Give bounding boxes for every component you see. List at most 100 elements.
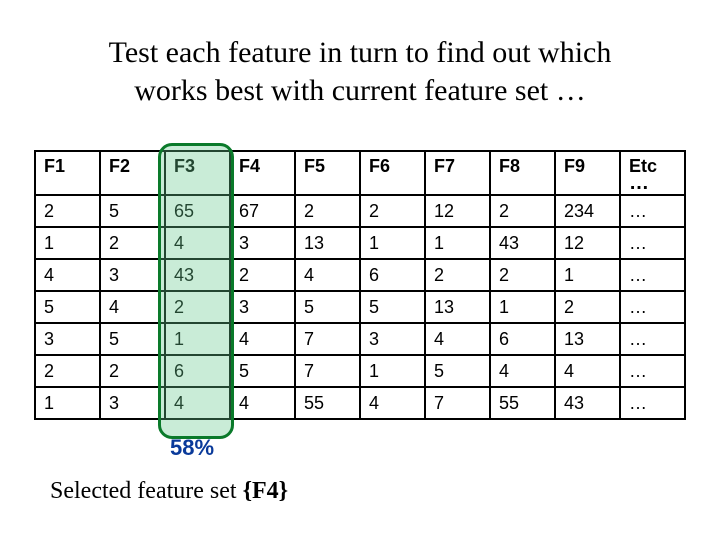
cell: 13 xyxy=(555,323,620,355)
cell: 6 xyxy=(490,323,555,355)
col-header: F4 xyxy=(230,151,295,195)
cell: 55 xyxy=(295,387,360,419)
cell: 12 xyxy=(425,195,490,227)
cell: 43 xyxy=(490,227,555,259)
table-row: 4 3 43 2 4 6 2 2 1 … xyxy=(35,259,685,291)
cell: 5 xyxy=(35,291,100,323)
percent-label: 58% xyxy=(170,435,214,461)
etc-dots: … xyxy=(629,177,678,189)
cell: 5 xyxy=(360,291,425,323)
col-header: F6 xyxy=(360,151,425,195)
cell: 2 xyxy=(295,195,360,227)
cell: 2 xyxy=(100,227,165,259)
cell: 4 xyxy=(490,355,555,387)
caption-set: {F4} xyxy=(243,478,289,504)
cell: 3 xyxy=(35,323,100,355)
cell: 4 xyxy=(555,355,620,387)
cell: 1 xyxy=(35,387,100,419)
cell: 5 xyxy=(100,195,165,227)
title-line-1: Test each feature in turn to find out wh… xyxy=(109,36,612,69)
cell: 5 xyxy=(100,323,165,355)
cell: … xyxy=(620,291,685,323)
cell: 55 xyxy=(490,387,555,419)
feature-table: F1 F2 F3 F4 F5 F6 F7 F8 F9 Etc … xyxy=(34,150,686,420)
col-header: F8 xyxy=(490,151,555,195)
title-line-2: works best with current feature set … xyxy=(134,74,586,107)
cell: 2 xyxy=(35,195,100,227)
cell: 7 xyxy=(425,387,490,419)
cell: 2 xyxy=(425,259,490,291)
cell: 1 xyxy=(165,323,230,355)
cell: 5 xyxy=(230,355,295,387)
col-header: F2 xyxy=(100,151,165,195)
cell: 5 xyxy=(295,291,360,323)
cell: 6 xyxy=(165,355,230,387)
cell: 2 xyxy=(490,259,555,291)
col-header-etc: Etc … xyxy=(620,151,685,195)
cell: 1 xyxy=(490,291,555,323)
cell: 2 xyxy=(360,195,425,227)
cell: 1 xyxy=(555,259,620,291)
cell: 65 xyxy=(165,195,230,227)
cell: 1 xyxy=(360,355,425,387)
cell: 12 xyxy=(555,227,620,259)
table-row: 1 3 4 4 55 4 7 55 43 … xyxy=(35,387,685,419)
cell: 4 xyxy=(35,259,100,291)
cell: 3 xyxy=(360,323,425,355)
cell: 7 xyxy=(295,323,360,355)
cell: … xyxy=(620,227,685,259)
cell: 4 xyxy=(425,323,490,355)
col-header: F3 xyxy=(165,151,230,195)
cell: … xyxy=(620,195,685,227)
cell: 13 xyxy=(425,291,490,323)
cell: 4 xyxy=(360,387,425,419)
cell: 43 xyxy=(165,259,230,291)
cell: 2 xyxy=(100,355,165,387)
col-header: F1 xyxy=(35,151,100,195)
col-header: F7 xyxy=(425,151,490,195)
cell: 4 xyxy=(100,291,165,323)
table-header-row: F1 F2 F3 F4 F5 F6 F7 F8 F9 Etc … xyxy=(35,151,685,195)
selected-caption: Selected feature set {F4} xyxy=(50,478,288,505)
cell: 2 xyxy=(555,291,620,323)
slide: Test each feature in turn to find out wh… xyxy=(0,0,720,540)
table-row: 5 4 2 3 5 5 13 1 2 … xyxy=(35,291,685,323)
table-row: 1 2 4 3 13 1 1 43 12 … xyxy=(35,227,685,259)
cell: 2 xyxy=(165,291,230,323)
cell: 3 xyxy=(100,387,165,419)
col-header: F5 xyxy=(295,151,360,195)
cell: 4 xyxy=(230,323,295,355)
cell: 67 xyxy=(230,195,295,227)
cell: 4 xyxy=(295,259,360,291)
cell: 4 xyxy=(230,387,295,419)
table-row: 2 5 65 67 2 2 12 2 234 … xyxy=(35,195,685,227)
cell: 2 xyxy=(230,259,295,291)
table-row: 3 5 1 4 7 3 4 6 13 … xyxy=(35,323,685,355)
cell: 3 xyxy=(230,291,295,323)
cell: 13 xyxy=(295,227,360,259)
cell: … xyxy=(620,323,685,355)
cell: 3 xyxy=(100,259,165,291)
cell: 3 xyxy=(230,227,295,259)
cell: 7 xyxy=(295,355,360,387)
cell: … xyxy=(620,355,685,387)
cell: 2 xyxy=(35,355,100,387)
caption-prefix: Selected feature set xyxy=(50,478,243,504)
cell: 6 xyxy=(360,259,425,291)
cell: 1 xyxy=(35,227,100,259)
col-header: F9 xyxy=(555,151,620,195)
cell: 4 xyxy=(165,227,230,259)
table-body: 2 5 65 67 2 2 12 2 234 … 1 2 4 3 13 xyxy=(35,195,685,419)
table-row: 2 2 6 5 7 1 5 4 4 … xyxy=(35,355,685,387)
cell: 43 xyxy=(555,387,620,419)
feature-table-wrap: F1 F2 F3 F4 F5 F6 F7 F8 F9 Etc … xyxy=(34,150,686,420)
cell: 5 xyxy=(425,355,490,387)
cell: 2 xyxy=(490,195,555,227)
cell: 1 xyxy=(360,227,425,259)
cell: 1 xyxy=(425,227,490,259)
cell: … xyxy=(620,259,685,291)
cell: … xyxy=(620,387,685,419)
cell: 234 xyxy=(555,195,620,227)
cell: 4 xyxy=(165,387,230,419)
slide-title: Test each feature in turn to find out wh… xyxy=(0,34,720,109)
